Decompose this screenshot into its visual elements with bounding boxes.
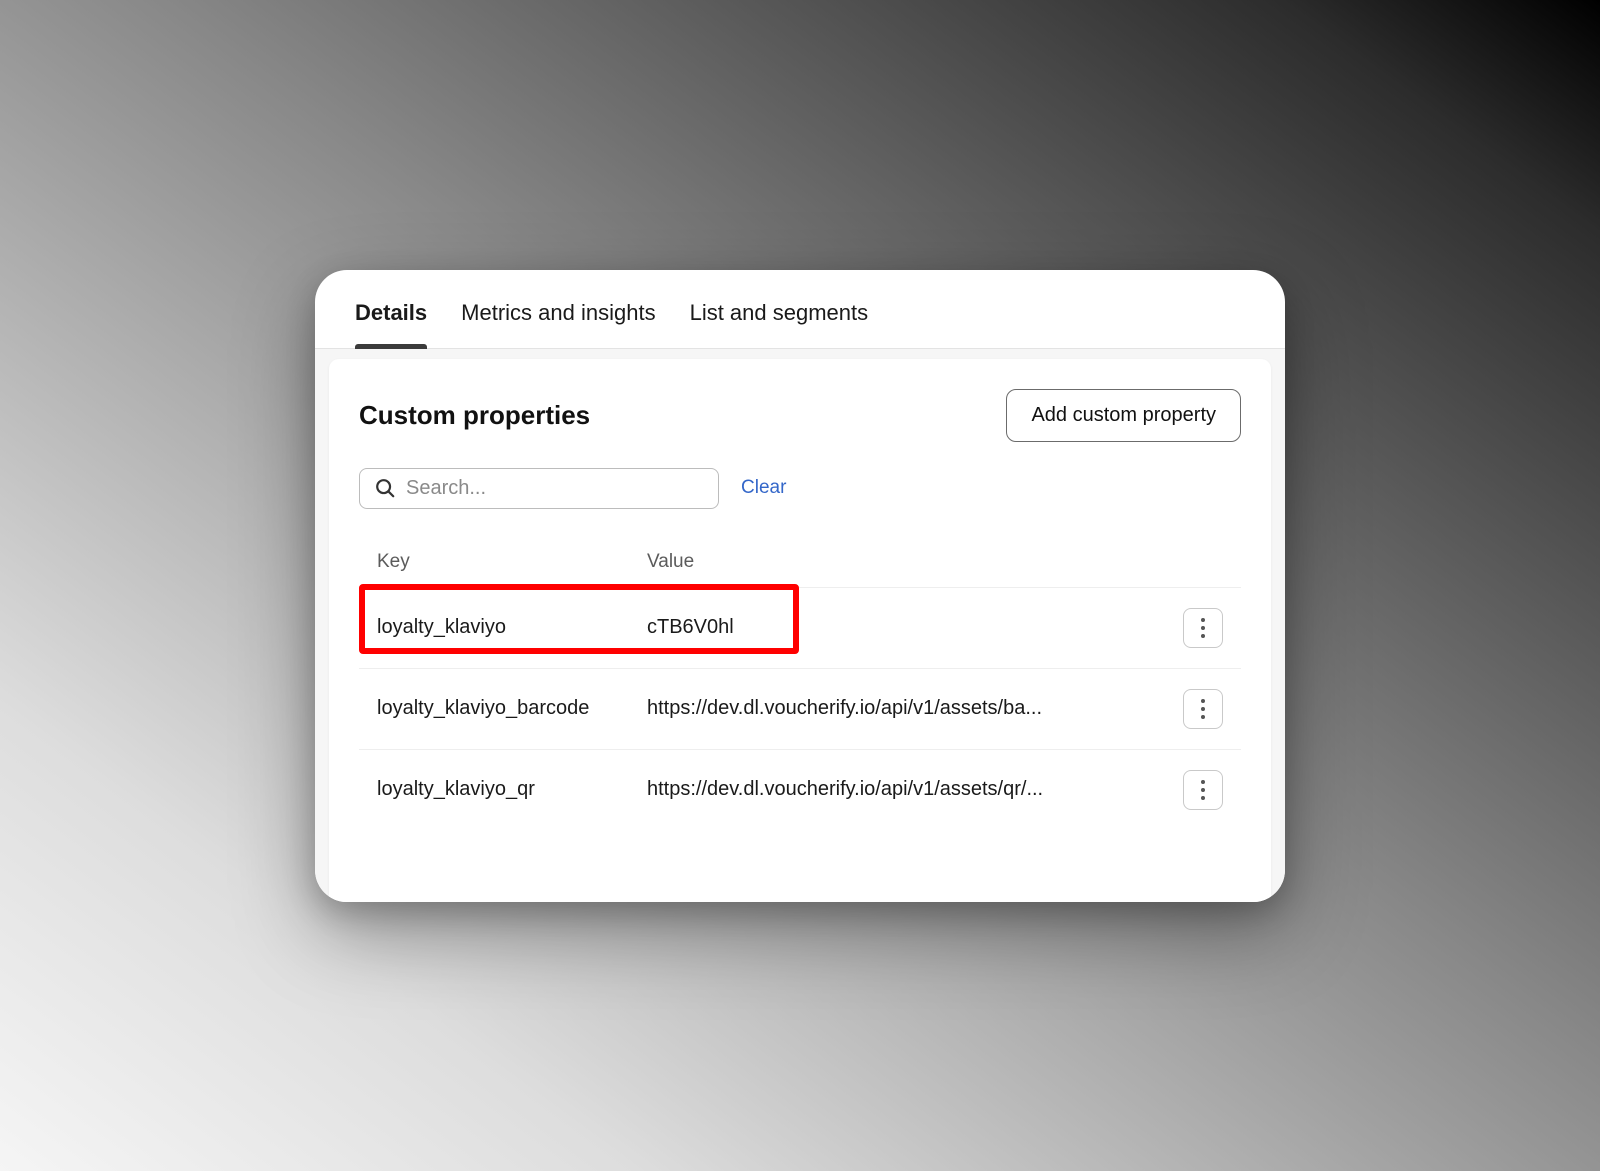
content-area: Custom properties Add custom property Cl… [315, 349, 1285, 902]
table-header: Key Value [359, 541, 1241, 588]
cell-value: https://dev.dl.voucherify.io/api/v1/asse… [647, 778, 1165, 801]
search-icon [374, 477, 396, 499]
tab-metrics[interactable]: Metrics and insights [461, 300, 655, 348]
search-input[interactable] [406, 477, 704, 500]
custom-properties-card: Custom properties Add custom property Cl… [329, 359, 1271, 902]
row-actions-button[interactable] [1183, 770, 1223, 810]
header-key: Key [377, 551, 647, 573]
app-window: Details Metrics and insights List and se… [315, 270, 1285, 902]
search-box[interactable] [359, 468, 719, 509]
table-row: loyalty_klaviyo_barcode https://dev.dl.v… [359, 669, 1241, 750]
kebab-icon [1201, 780, 1205, 784]
card-header: Custom properties Add custom property [359, 389, 1241, 442]
table-row: loyalty_klaviyo_qr https://dev.dl.vouche… [359, 750, 1241, 830]
cell-value: cTB6V0hl [647, 616, 1165, 639]
add-custom-property-button[interactable]: Add custom property [1006, 389, 1241, 442]
cell-value: https://dev.dl.voucherify.io/api/v1/asse… [647, 697, 1165, 720]
kebab-icon [1201, 618, 1205, 622]
row-actions-button[interactable] [1183, 608, 1223, 648]
tab-segments[interactable]: List and segments [690, 300, 869, 348]
properties-table: Key Value loyalty_klaviyo cTB6V0hl lo [359, 541, 1241, 830]
clear-link[interactable]: Clear [741, 477, 786, 499]
row-actions-button[interactable] [1183, 689, 1223, 729]
tab-bar: Details Metrics and insights List and se… [315, 270, 1285, 349]
card-title: Custom properties [359, 400, 590, 431]
search-row: Clear [359, 468, 1241, 509]
header-value: Value [647, 551, 1165, 573]
cell-key: loyalty_klaviyo_qr [377, 778, 647, 801]
cell-key: loyalty_klaviyo_barcode [377, 697, 647, 720]
kebab-icon [1201, 699, 1205, 703]
table-row: loyalty_klaviyo cTB6V0hl [359, 588, 1241, 669]
tab-details[interactable]: Details [355, 300, 427, 348]
cell-key: loyalty_klaviyo [377, 616, 647, 639]
